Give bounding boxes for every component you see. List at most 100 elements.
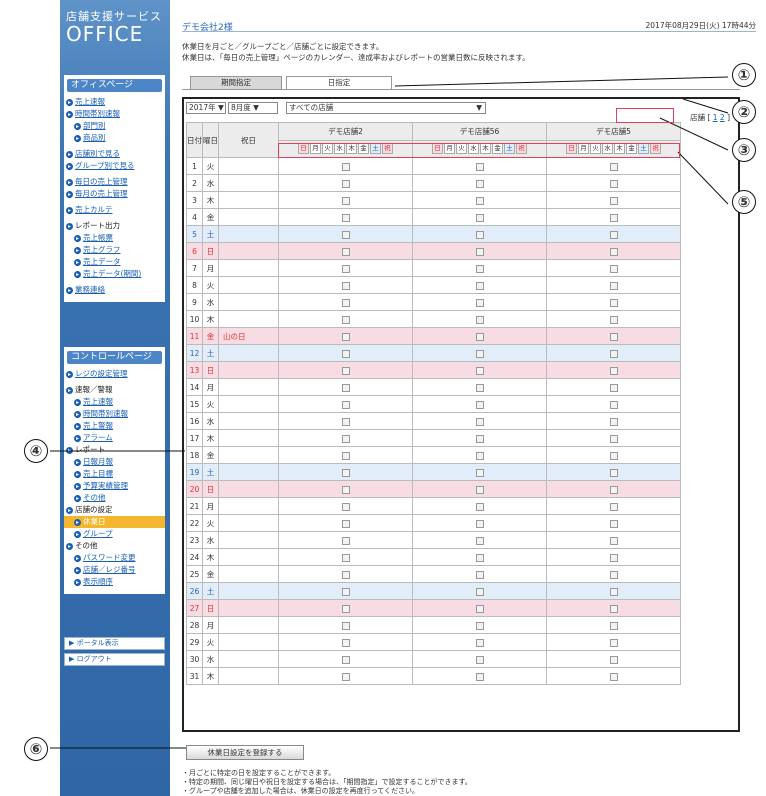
holiday-checkbox[interactable] (341, 485, 350, 494)
holiday-checkbox[interactable] (609, 536, 618, 545)
holiday-checkbox[interactable] (475, 451, 484, 460)
holiday-checkbox[interactable] (341, 332, 350, 341)
sidebar-item[interactable]: ▸ 売上データ(期間) (64, 268, 165, 280)
holiday-checkbox[interactable] (609, 468, 618, 477)
holiday-checkbox[interactable] (609, 553, 618, 562)
holiday-checkbox[interactable] (475, 587, 484, 596)
holiday-checkbox[interactable] (341, 315, 350, 324)
holiday-checkbox[interactable] (609, 519, 618, 528)
holiday-checkbox[interactable] (475, 502, 484, 511)
holiday-checkbox[interactable] (609, 400, 618, 409)
holiday-checkbox[interactable] (475, 247, 484, 256)
tab-day[interactable]: 日指定 (286, 76, 392, 89)
sidebar-item[interactable]: ▸ 商品別 (64, 132, 165, 144)
sidebar-item[interactable]: ▸ 毎日の売上管理 (64, 176, 165, 188)
holiday-checkbox[interactable] (341, 468, 350, 477)
sidebar-item[interactable]: ▸ 売上データ (64, 256, 165, 268)
holiday-checkbox[interactable] (341, 672, 350, 681)
holiday-checkbox[interactable] (341, 655, 350, 664)
holiday-checkbox[interactable] (475, 570, 484, 579)
holiday-checkbox[interactable] (341, 179, 350, 188)
holiday-checkbox[interactable] (475, 213, 484, 222)
sidebar-item[interactable]: ▸ 店舗／レジ番号 (64, 564, 165, 576)
portal-button[interactable]: ▶ ポータル表示 (64, 637, 165, 650)
sidebar-item[interactable]: ▸ 時間帯別速報 (64, 408, 165, 420)
holiday-checkbox[interactable] (341, 451, 350, 460)
holiday-checkbox[interactable] (341, 417, 350, 426)
holiday-checkbox[interactable] (609, 570, 618, 579)
holiday-checkbox[interactable] (341, 519, 350, 528)
holiday-checkbox[interactable] (341, 383, 350, 392)
sidebar-item[interactable]: ▸ 店舗別で見る (64, 148, 165, 160)
sidebar-item[interactable]: ▸ 日報月報 (64, 456, 165, 468)
holiday-checkbox[interactable] (475, 621, 484, 630)
holiday-checkbox[interactable] (341, 264, 350, 273)
holiday-checkbox[interactable] (609, 366, 618, 375)
holiday-checkbox[interactable] (475, 366, 484, 375)
holiday-checkbox[interactable] (341, 298, 350, 307)
sidebar-item[interactable]: ▸ グループ別で見る (64, 160, 165, 172)
holiday-checkbox[interactable] (475, 230, 484, 239)
holiday-checkbox[interactable] (475, 468, 484, 477)
holiday-checkbox[interactable] (609, 451, 618, 460)
sidebar-item[interactable]: ▸ パスワード変更 (64, 552, 165, 564)
tab-period[interactable]: 期間指定 (190, 76, 282, 89)
holiday-checkbox[interactable] (609, 502, 618, 511)
sidebar-item[interactable]: ▸ その他 (64, 492, 165, 504)
holiday-checkbox[interactable] (475, 536, 484, 545)
holiday-checkbox[interactable] (609, 383, 618, 392)
holiday-checkbox[interactable] (341, 213, 350, 222)
sidebar-item[interactable]: ▸ 売上目標 (64, 468, 165, 480)
logout-button[interactable]: ▶ ログアウト (64, 653, 165, 666)
holiday-checkbox[interactable] (341, 230, 350, 239)
holiday-checkbox[interactable] (341, 434, 350, 443)
holiday-checkbox[interactable] (475, 298, 484, 307)
holiday-checkbox[interactable] (475, 485, 484, 494)
holiday-checkbox[interactable] (609, 281, 618, 290)
holiday-checkbox[interactable] (609, 434, 618, 443)
sidebar-item[interactable]: ▸ 売上グラフ (64, 244, 165, 256)
holiday-checkbox[interactable] (475, 655, 484, 664)
sidebar-item[interactable]: ▸ 売上帳票 (64, 232, 165, 244)
holiday-checkbox[interactable] (341, 536, 350, 545)
sidebar-item[interactable]: ▸ アラーム (64, 432, 165, 444)
holiday-checkbox[interactable] (475, 553, 484, 562)
holiday-checkbox[interactable] (475, 417, 484, 426)
holiday-checkbox[interactable] (609, 672, 618, 681)
sidebar-item[interactable]: ▸ 売上カルテ (64, 204, 165, 216)
holiday-checkbox[interactable] (475, 434, 484, 443)
holiday-checkbox[interactable] (609, 655, 618, 664)
holiday-checkbox[interactable] (609, 162, 618, 171)
holiday-checkbox[interactable] (609, 213, 618, 222)
sidebar-item[interactable]: ▸ 毎月の売上管理 (64, 188, 165, 200)
holiday-checkbox[interactable] (475, 519, 484, 528)
holiday-checkbox[interactable] (475, 672, 484, 681)
store-page-2[interactable]: 2 (720, 113, 725, 122)
holiday-checkbox[interactable] (341, 247, 350, 256)
holiday-checkbox[interactable] (341, 570, 350, 579)
sidebar-item[interactable]: ▸ レジの設定管理 (64, 368, 165, 380)
holiday-checkbox[interactable] (475, 604, 484, 613)
sidebar-item[interactable]: ▸ 時間帯別速報 (64, 108, 165, 120)
holiday-checkbox[interactable] (475, 196, 484, 205)
holiday-checkbox[interactable] (609, 587, 618, 596)
holiday-checkbox[interactable] (609, 196, 618, 205)
register-holidays-button[interactable]: 休業日設定を登録する (186, 745, 304, 760)
holiday-checkbox[interactable] (341, 621, 350, 630)
holiday-checkbox[interactable] (609, 485, 618, 494)
holiday-checkbox[interactable] (341, 553, 350, 562)
holiday-checkbox[interactable] (609, 417, 618, 426)
sidebar-item[interactable]: ▸ 業務連絡 (64, 284, 165, 296)
holiday-checkbox[interactable] (475, 179, 484, 188)
holiday-checkbox[interactable] (341, 196, 350, 205)
holiday-checkbox[interactable] (475, 332, 484, 341)
holiday-checkbox[interactable] (341, 281, 350, 290)
sidebar-item[interactable]: ▸ グループ (64, 528, 165, 540)
holiday-checkbox[interactable] (341, 502, 350, 511)
holiday-checkbox[interactable] (609, 604, 618, 613)
holiday-checkbox[interactable] (609, 264, 618, 273)
holiday-checkbox[interactable] (609, 247, 618, 256)
sidebar-item[interactable]: ▸ 表示順序 (64, 576, 165, 588)
holiday-checkbox[interactable] (341, 366, 350, 375)
holiday-checkbox[interactable] (341, 604, 350, 613)
